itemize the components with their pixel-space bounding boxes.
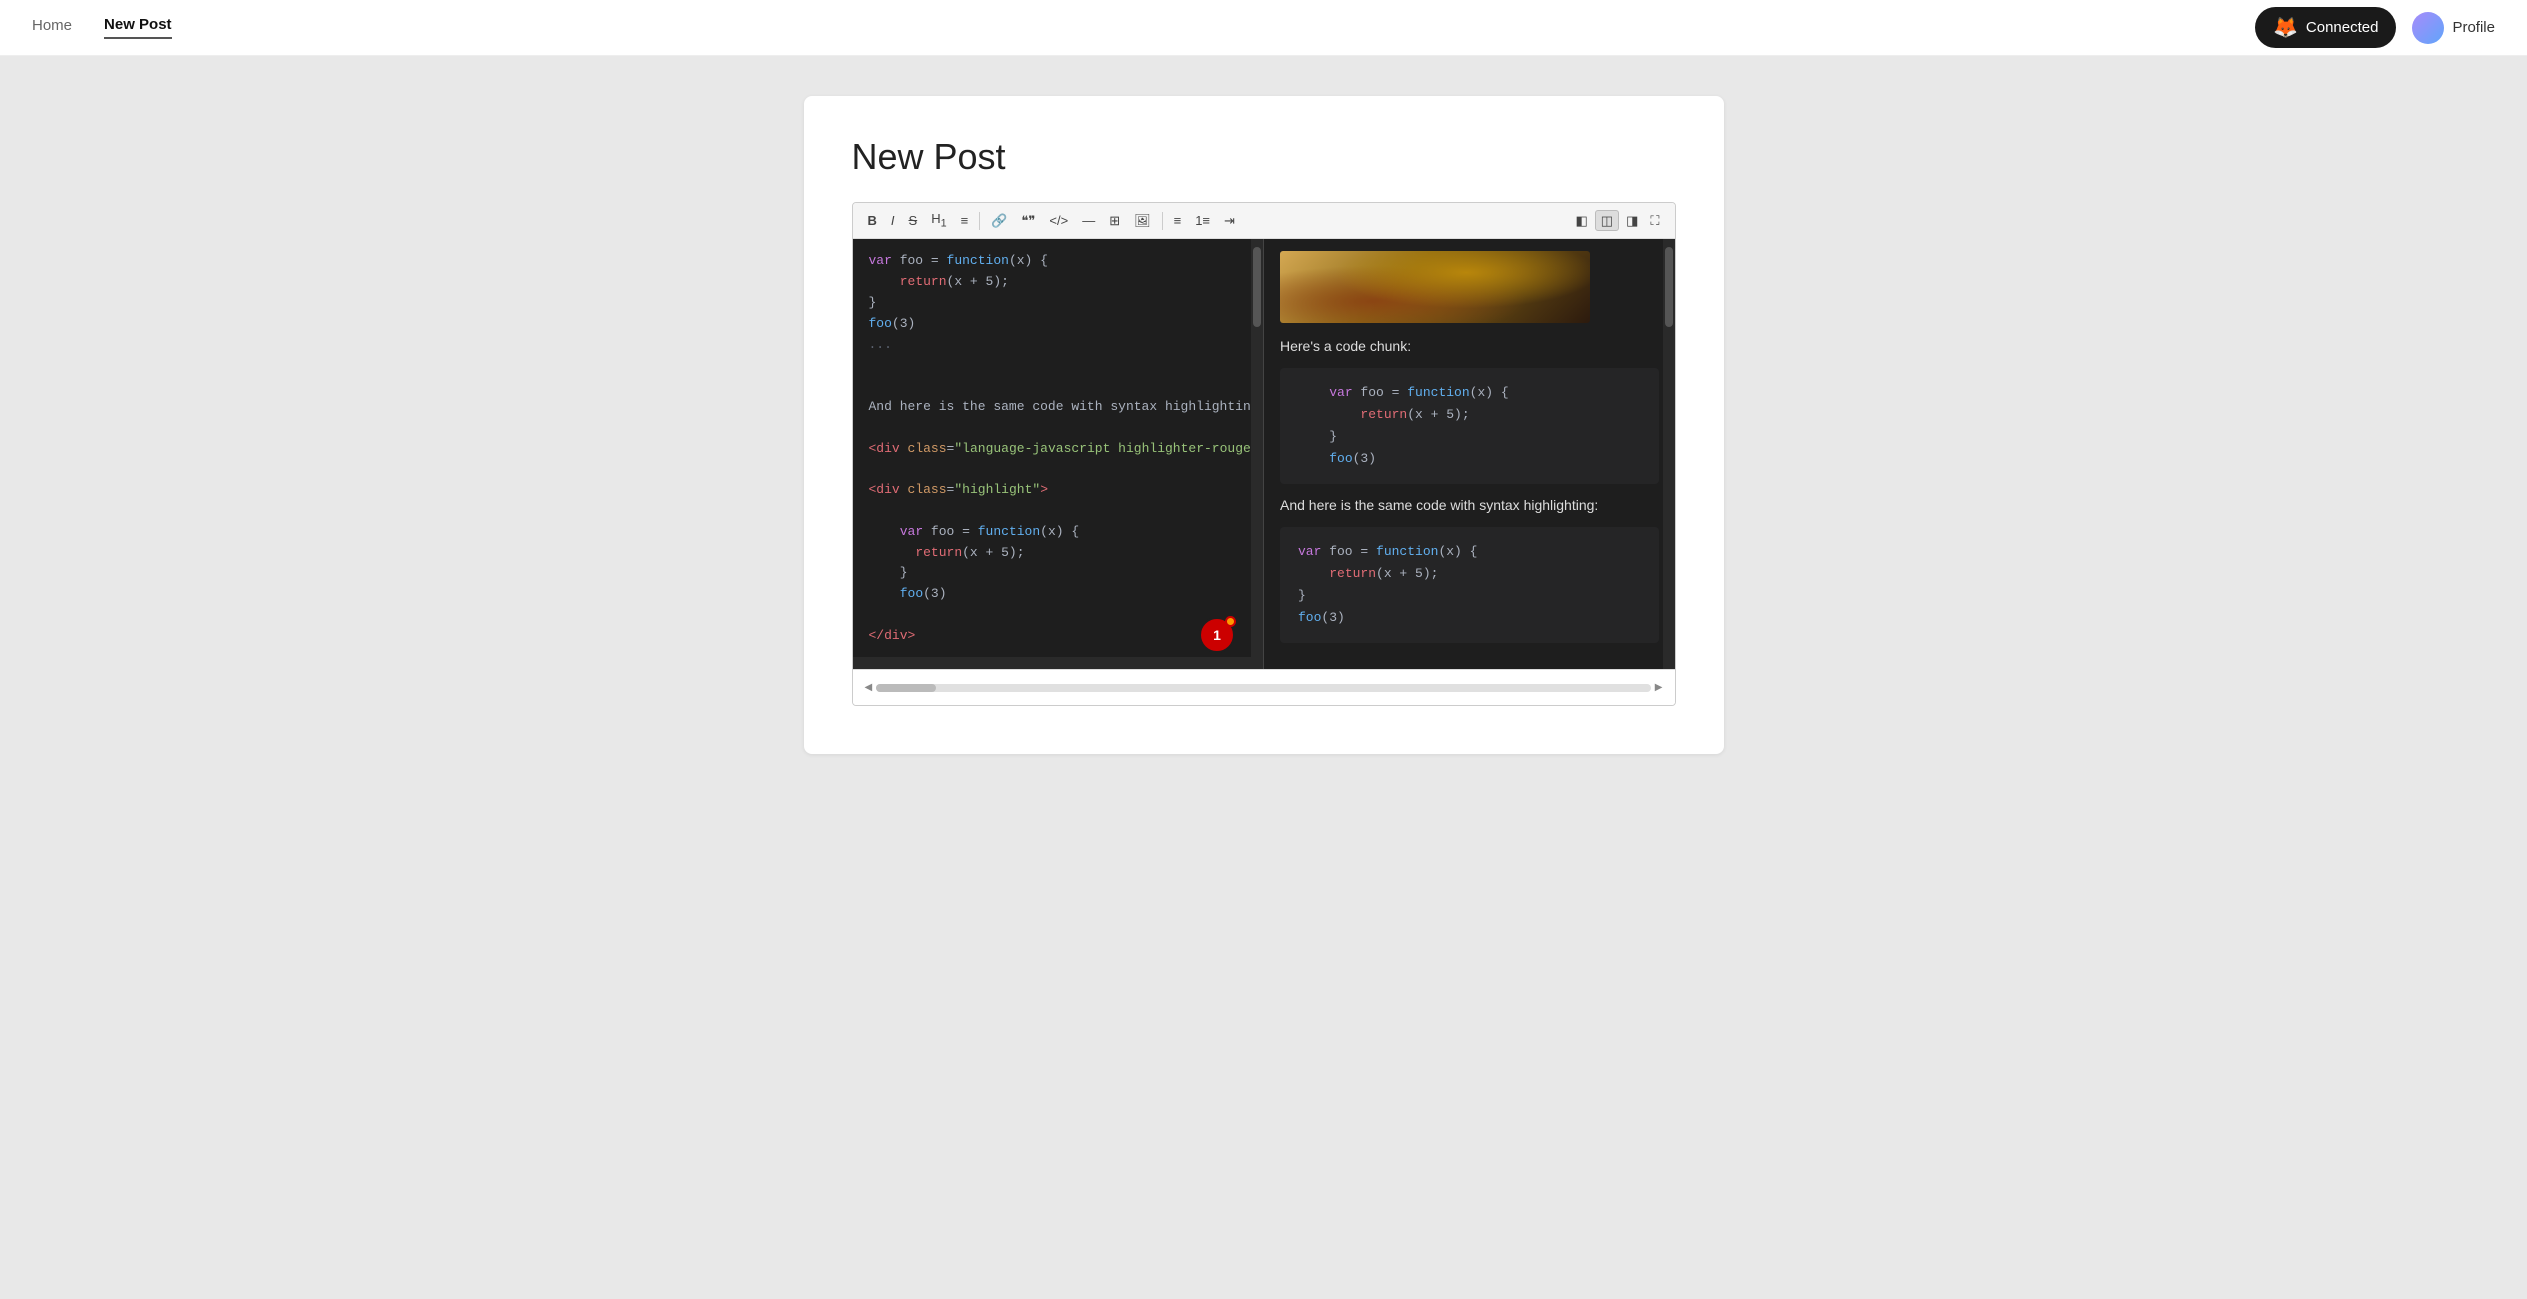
scroll-right-arrow[interactable]: ▶ [1655,682,1663,693]
code-line-15: return(x + 5); [869,543,1248,564]
code-line-11 [869,459,1248,480]
toolbar-fullscreen[interactable]: ⛶ [1645,210,1664,231]
fox-icon: 🦊 [2273,15,2298,40]
code-line-17: foo(3) [869,584,1248,605]
preview-code-block-2: var foo = function(x) { return(x + 5); }… [1280,527,1659,643]
profile-label: Profile [2452,19,2495,36]
toolbar-editor-only[interactable]: ◧ [1571,210,1593,231]
nav-home[interactable]: Home [32,17,72,38]
editor-left-scrollbar-v[interactable] [1251,239,1263,669]
profile-button[interactable]: Profile [2412,12,2495,44]
preview-code-1: var foo = function(x) { [1298,382,1641,404]
code-editor-content[interactable]: var foo = function(x) { return(x + 5); }… [853,239,1264,657]
toolbar-italic[interactable]: I [886,211,900,230]
nav-new-post[interactable]: New Post [104,16,172,39]
editor-container: B I S H1 ≡ 🔗 ❝❞ </> — ⊞ 🖼 ≡ 1≡ ⇥ ◧ ◫ [852,202,1676,706]
connected-button[interactable]: 🦊 Connected [2255,7,2396,48]
code-line-18 [869,605,1248,626]
code-line-13 [869,501,1248,522]
toolbar-sep-1 [979,212,980,230]
preview-code-block-1: var foo = function(x) { return(x + 5); }… [1280,368,1659,484]
notification-count: 1 [1213,627,1221,643]
preview-code-4: foo(3) [1298,448,1641,470]
food-image-visual [1280,251,1590,323]
scroll-left-arrow[interactable]: ◀ [865,682,873,693]
preview-highlight-label: And here is the same code with syntax hi… [1280,494,1659,516]
nav-links: Home New Post [32,16,2255,39]
nav-right: 🦊 Connected Profile [2255,7,2495,48]
preview-code-3: } [1298,426,1641,448]
page-title: New Post [852,136,1676,178]
navbar: Home New Post 🦊 Connected Profile [0,0,2527,56]
preview-hl-1: var foo = function(x) { [1298,541,1641,563]
preview-hl-4: foo(3) [1298,607,1641,629]
toolbar-right: ◧ ◫ ◨ ⛶ [1571,210,1665,231]
toolbar-blockquote[interactable]: ≡ [956,211,974,230]
h-scroll-thumb[interactable] [876,684,936,692]
editor-left-scrollbar-h[interactable] [853,657,1264,669]
toolbar-indent[interactable]: ⇥ [1219,211,1240,230]
code-line-19: </div> [869,626,1248,647]
editor-left[interactable]: var foo = function(x) { return(x + 5); }… [853,239,1265,669]
code-line-14: var foo = function(x) { [869,522,1248,543]
code-line-3: } [869,293,1248,314]
toolbar-code[interactable]: </> [1044,211,1073,230]
main-card: New Post B I S H1 ≡ 🔗 ❝❞ </> — ⊞ 🖼 ≡ 1≡ … [804,96,1724,754]
preview-image [1280,251,1590,323]
code-line-6 [869,355,1248,376]
right-scrollbar-v-thumb[interactable] [1665,247,1673,327]
editor-toolbar: B I S H1 ≡ 🔗 ❝❞ </> — ⊞ 🖼 ≡ 1≡ ⇥ ◧ ◫ [853,203,1675,239]
code-line-4: foo(3) [869,314,1248,335]
preview-code-chunk-label: Here's a code chunk: [1280,335,1659,357]
toolbar-image[interactable]: 🖼 [1129,211,1156,230]
code-line-7 [869,376,1248,397]
preview-hl-3: } [1298,585,1641,607]
code-line-20 [869,647,1248,658]
page-content: New Post B I S H1 ≡ 🔗 ❝❞ </> — ⊞ 🖼 ≡ 1≡ … [0,56,2527,794]
toolbar-ul[interactable]: ≡ [1169,211,1187,230]
toolbar-bold[interactable]: B [863,211,882,230]
toolbar-link[interactable]: 🔗 [986,211,1012,230]
toolbar-heading[interactable]: H1 [926,209,951,232]
connected-label: Connected [2306,19,2379,36]
code-line-2: return(x + 5); [869,272,1248,293]
toolbar-split-view[interactable]: ◫ [1595,210,1619,231]
editor-right-scrollbar-v[interactable] [1663,239,1675,669]
toolbar-quote[interactable]: ❝❞ [1016,211,1040,230]
code-line-10: <div class="language-javascript highligh… [869,439,1248,460]
code-line-5: ... [869,335,1248,356]
toolbar-ol[interactable]: 1≡ [1190,211,1215,230]
code-line-1: var foo = function(x) { [869,251,1248,272]
toolbar-preview-only[interactable]: ◨ [1621,210,1643,231]
preview-content: Here's a code chunk: var foo = function(… [1264,239,1675,669]
toolbar-table[interactable]: ⊞ [1104,211,1125,230]
toolbar-sep-2 [1162,212,1163,230]
code-line-8: And here is the same code with syntax hi… [869,397,1248,418]
toolbar-strikethrough[interactable]: S [904,211,923,230]
profile-avatar [2412,12,2444,44]
editor-bottom-bar: ◀ ▶ [853,669,1675,705]
editor-split: var foo = function(x) { return(x + 5); }… [853,239,1675,669]
code-line-9 [869,418,1248,439]
scrollbar-v-thumb[interactable] [1253,247,1261,327]
h-scroll-track[interactable] [876,684,1651,692]
code-line-12: <div class="highlight"> [869,480,1248,501]
toolbar-hr[interactable]: — [1077,211,1100,230]
preview-hl-2: return(x + 5); [1298,563,1641,585]
horizontal-scroll-area: ◀ ▶ [865,682,1663,693]
preview-code-2: return(x + 5); [1298,404,1641,426]
code-line-16: } [869,563,1248,584]
editor-right: Here's a code chunk: var foo = function(… [1264,239,1675,669]
